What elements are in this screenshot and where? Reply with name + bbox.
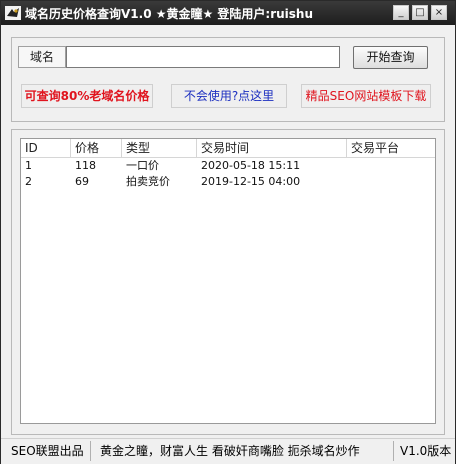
title-bar[interactable]: 域名历史价格查询V1.0 ★黄金瞳★ 登陆用户:ruishu _ □ × [1,1,455,25]
cell-id: 2 [25,175,32,188]
minimize-button[interactable]: _ [393,5,409,20]
app-window: 域名历史价格查询V1.0 ★黄金瞳★ 登陆用户:ruishu _ □ × 域名 … [0,0,456,464]
start-query-button[interactable]: 开始查询 [353,46,428,69]
promo-banner-old-domains[interactable]: 可查询80%老域名价格 [21,84,153,108]
cell-type: 一口价 [126,159,159,172]
cell-time: 2020-05-18 15:11 [201,159,301,172]
help-link[interactable]: 不会使用?点这里 [171,84,287,108]
cell-price: 118 [75,159,96,172]
cell-time: 2019-12-15 04:00 [201,175,301,188]
status-version: V1.0版本 [393,441,451,461]
window-title: 域名历史价格查询V1.0 ★黄金瞳★ 登陆用户:ruishu [25,7,314,21]
status-slogan: 黄金之瞳，财富人生 看破奸商嘴脸 扼杀域名炒作 [100,444,360,458]
status-bar: SEO联盟出品 黄金之瞳，财富人生 看破奸商嘴脸 扼杀域名炒作 V1.0版本 [1,438,455,464]
cell-type: 拍卖竞价 [126,175,170,188]
column-header-id[interactable]: ID [21,139,71,158]
cell-id: 1 [25,159,32,172]
seo-template-download-link[interactable]: 精品SEO网站模板下载 [301,84,431,108]
close-button[interactable]: × [431,5,447,20]
column-header-type[interactable]: 类型 [122,139,197,158]
maximize-button[interactable]: □ [412,5,428,20]
cell-platform [347,174,435,190]
table-header: ID 价格 类型 交易时间 交易平台 [21,139,435,158]
status-publisher: SEO联盟出品 [5,441,91,461]
cell-platform [347,158,435,174]
table-row[interactable]: 1 118 一口价 2020-05-18 15:11 [21,158,435,174]
column-header-time[interactable]: 交易时间 [197,139,347,158]
table-row[interactable]: 2 69 拍卖竞价 2019-12-15 04:00 [21,174,435,190]
domain-label: 域名 [18,46,66,68]
column-header-platform[interactable]: 交易平台 [347,139,435,158]
cell-price: 69 [75,175,89,188]
domain-input[interactable] [66,46,340,68]
results-table[interactable]: ID 价格 类型 交易时间 交易平台 1 118 一口价 2020-05-18 … [20,138,436,424]
column-header-price[interactable]: 价格 [71,139,122,158]
app-logo-icon [5,5,21,21]
